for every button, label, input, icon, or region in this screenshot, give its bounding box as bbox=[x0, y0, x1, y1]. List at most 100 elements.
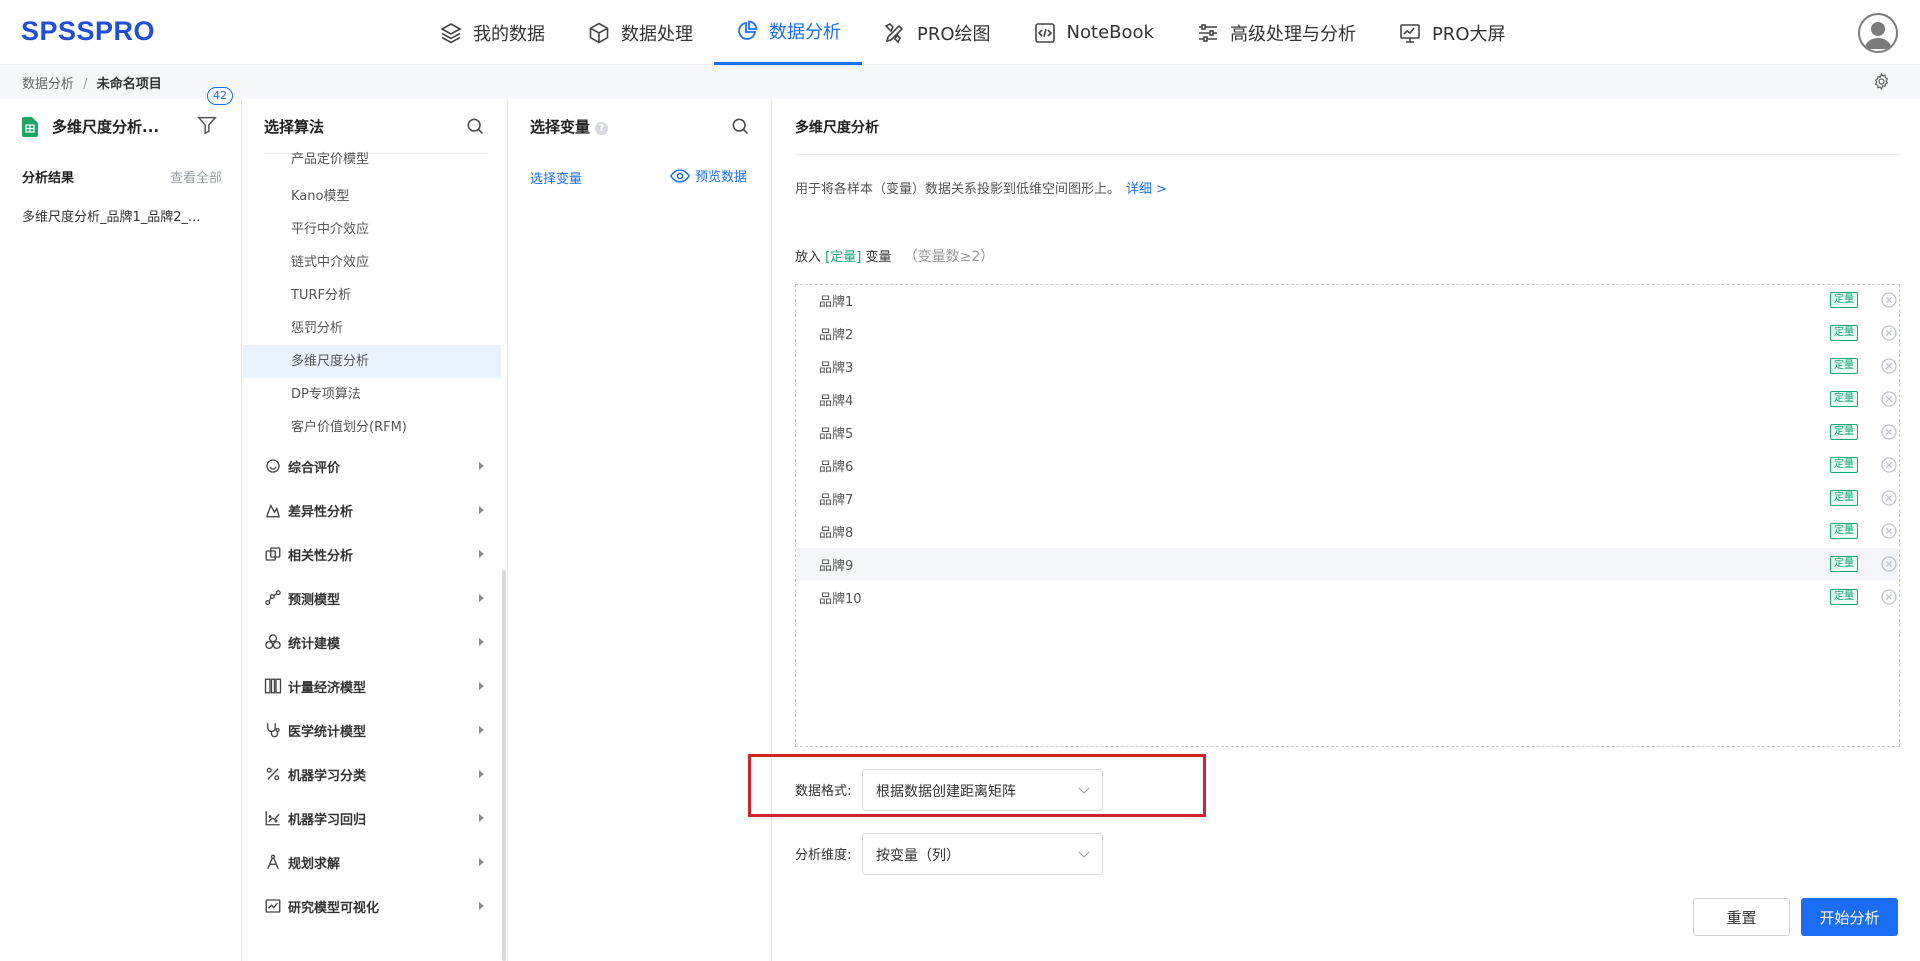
category-optimization[interactable]: 规划求解 bbox=[264, 840, 484, 884]
app-logo[interactable]: SPSSPRO bbox=[21, 16, 155, 47]
variable-row[interactable]: 品牌6 定量 bbox=[797, 449, 1898, 482]
category-difference-analysis[interactable]: 差异性分析 bbox=[264, 488, 484, 532]
algorithm-item-rfm[interactable]: 客户价值划分(RFM) bbox=[243, 411, 501, 444]
select-variables-link[interactable]: 选择变量 bbox=[530, 168, 582, 187]
remove-icon[interactable] bbox=[1881, 457, 1897, 473]
algorithm-item-mds[interactable]: 多维尺度分析 bbox=[243, 345, 501, 378]
nav-item-my-data[interactable]: 我的数据 bbox=[418, 0, 566, 65]
category-comprehensive-evaluation[interactable]: 综合评价 bbox=[264, 444, 484, 488]
variable-drop-zone[interactable]: 品牌1 定量 品牌2 定量 品牌3 定量 品牌4 定量 品牌5 定量 品牌6 定量 品牌7 定量 品牌8 定量… bbox=[795, 284, 1900, 747]
variable-row[interactable]: 品牌10 定量 bbox=[797, 581, 1898, 614]
view-all-link[interactable]: 查看全部 bbox=[170, 167, 222, 186]
quantitative-tag: 定量 bbox=[1830, 325, 1858, 341]
columns-icon bbox=[264, 677, 282, 695]
algorithm-panel: 选择算法 产品定价模型 Kano模型 平行中介效应 链式中介效应 TURF分析 … bbox=[243, 99, 508, 961]
remove-icon[interactable] bbox=[1881, 523, 1897, 539]
nav-label: PRO绘图 bbox=[917, 23, 991, 45]
category-label: 规划求解 bbox=[288, 856, 341, 872]
breadcrumb-root[interactable]: 数据分析 bbox=[22, 77, 74, 92]
filter-count-badge: 42 bbox=[207, 87, 233, 105]
method-description: 用于将各样本（变量）数据关系投影到低维空间图形上。 详细 > bbox=[795, 178, 1167, 197]
algorithm-item-penalty[interactable]: 惩罚分析 bbox=[243, 312, 501, 345]
algorithm-item-turf[interactable]: TURF分析 bbox=[243, 279, 501, 312]
category-correlation-analysis[interactable]: 相关性分析 bbox=[264, 532, 484, 576]
category-model-visualization[interactable]: 研究模型可视化 bbox=[264, 884, 484, 928]
result-item[interactable]: 多维尺度分析_品牌1_品牌2_... bbox=[22, 206, 200, 225]
nav-item-pro-draw[interactable]: PRO绘图 bbox=[862, 0, 1012, 65]
remove-icon[interactable] bbox=[1881, 490, 1897, 506]
variable-row[interactable]: 品牌5 定量 bbox=[797, 416, 1898, 449]
help-icon[interactable]: ? bbox=[595, 122, 609, 135]
trend-nodes-icon bbox=[264, 589, 282, 607]
preview-data-link[interactable]: 预览数据 bbox=[670, 166, 747, 185]
variable-name: 品牌10 bbox=[819, 592, 862, 607]
caret-right-icon bbox=[479, 814, 484, 822]
reset-button[interactable]: 重置 bbox=[1693, 898, 1790, 936]
algorithm-item-parallel-mediation[interactable]: 平行中介效应 bbox=[243, 213, 501, 246]
remove-icon[interactable] bbox=[1881, 391, 1897, 407]
preview-data-label: 预览数据 bbox=[695, 170, 748, 185]
category-econometric-model[interactable]: 计量经济模型 bbox=[264, 664, 484, 708]
search-icon[interactable] bbox=[730, 116, 750, 136]
dimension-label: 分析维度: bbox=[795, 848, 852, 863]
nav-item-advanced[interactable]: 高级处理与分析 bbox=[1175, 0, 1377, 65]
variable-row[interactable]: 品牌1 定量 bbox=[797, 284, 1898, 317]
code-icon bbox=[1033, 21, 1057, 45]
nav-item-data-processing[interactable]: 数据处理 bbox=[566, 0, 714, 65]
category-label: 预测模型 bbox=[288, 592, 341, 608]
category-label: 机器学习回归 bbox=[288, 812, 367, 828]
category-medical-statistics[interactable]: 医学统计模型 bbox=[264, 708, 484, 752]
variable-row[interactable]: 品牌8 定量 bbox=[797, 515, 1898, 548]
nav-label: 数据处理 bbox=[621, 23, 693, 45]
caret-right-icon bbox=[479, 902, 484, 910]
scatter-line-icon bbox=[264, 809, 282, 827]
nav-item-data-analysis[interactable]: 数据分析 bbox=[714, 0, 862, 65]
quantitative-tag-label: [定量] bbox=[825, 250, 862, 265]
category-ml-classification[interactable]: 机器学习分类 bbox=[264, 752, 484, 796]
remove-icon[interactable] bbox=[1881, 424, 1897, 440]
algorithm-item-dp[interactable]: DP专项算法 bbox=[243, 378, 501, 411]
project-header[interactable]: 多维尺度分析... bbox=[22, 116, 159, 137]
spreadsheet-icon bbox=[22, 116, 38, 137]
variable-row[interactable]: 品牌7 定量 bbox=[797, 482, 1898, 515]
user-avatar[interactable] bbox=[1858, 13, 1898, 53]
three-circles-icon bbox=[264, 633, 282, 651]
category-prediction-model[interactable]: 预测模型 bbox=[264, 576, 484, 620]
start-analysis-button[interactable]: 开始分析 bbox=[1801, 898, 1898, 936]
nav-label: 我的数据 bbox=[473, 23, 545, 45]
remove-icon[interactable] bbox=[1881, 589, 1897, 605]
variable-row[interactable]: 品牌2 定量 bbox=[797, 317, 1898, 350]
search-icon[interactable] bbox=[465, 116, 485, 136]
remove-icon[interactable] bbox=[1881, 556, 1897, 572]
percent-icon bbox=[264, 765, 282, 783]
filter-button[interactable] bbox=[196, 114, 222, 138]
nav-item-notebook[interactable]: NoteBook bbox=[1012, 0, 1175, 65]
breadcrumb-separator: / bbox=[83, 77, 88, 92]
remove-icon[interactable] bbox=[1881, 358, 1897, 374]
algorithm-item-kano[interactable]: Kano模型 bbox=[243, 180, 501, 213]
detail-link[interactable]: 详细 > bbox=[1126, 182, 1167, 197]
gear-icon[interactable] bbox=[1872, 72, 1891, 91]
category-statistical-modeling[interactable]: 统计建模 bbox=[264, 620, 484, 664]
algorithm-scrollbar[interactable] bbox=[502, 570, 506, 961]
algorithm-item-pricing[interactable]: 产品定价模型 bbox=[243, 150, 501, 176]
variable-row[interactable]: 品牌4 定量 bbox=[797, 383, 1898, 416]
category-label: 综合评价 bbox=[288, 460, 341, 476]
variable-row[interactable]: 品牌3 定量 bbox=[797, 350, 1898, 383]
quantitative-tag: 定量 bbox=[1830, 490, 1858, 506]
algorithm-item-chain-mediation[interactable]: 链式中介效应 bbox=[243, 246, 501, 279]
algorithm-panel-title: 选择算法 bbox=[264, 118, 325, 136]
description-text: 用于将各样本（变量）数据关系投影到低维空间图形上。 bbox=[795, 182, 1121, 197]
remove-icon[interactable] bbox=[1881, 292, 1897, 308]
line-chart-icon bbox=[264, 897, 282, 915]
quantitative-tag: 定量 bbox=[1830, 589, 1858, 605]
remove-icon[interactable] bbox=[1881, 325, 1897, 341]
quantitative-tag: 定量 bbox=[1830, 523, 1858, 539]
dimension-select[interactable]: 按变量（列） bbox=[862, 833, 1103, 875]
nav-item-pro-screen[interactable]: PRO大屏 bbox=[1377, 0, 1527, 65]
variable-row[interactable]: 品牌9 定量 bbox=[797, 548, 1898, 581]
category-label: 医学统计模型 bbox=[288, 724, 367, 740]
chevron-down-icon bbox=[1078, 846, 1090, 858]
project-name: 多维尺度分析... bbox=[52, 118, 160, 136]
category-ml-regression[interactable]: 机器学习回归 bbox=[264, 796, 484, 840]
